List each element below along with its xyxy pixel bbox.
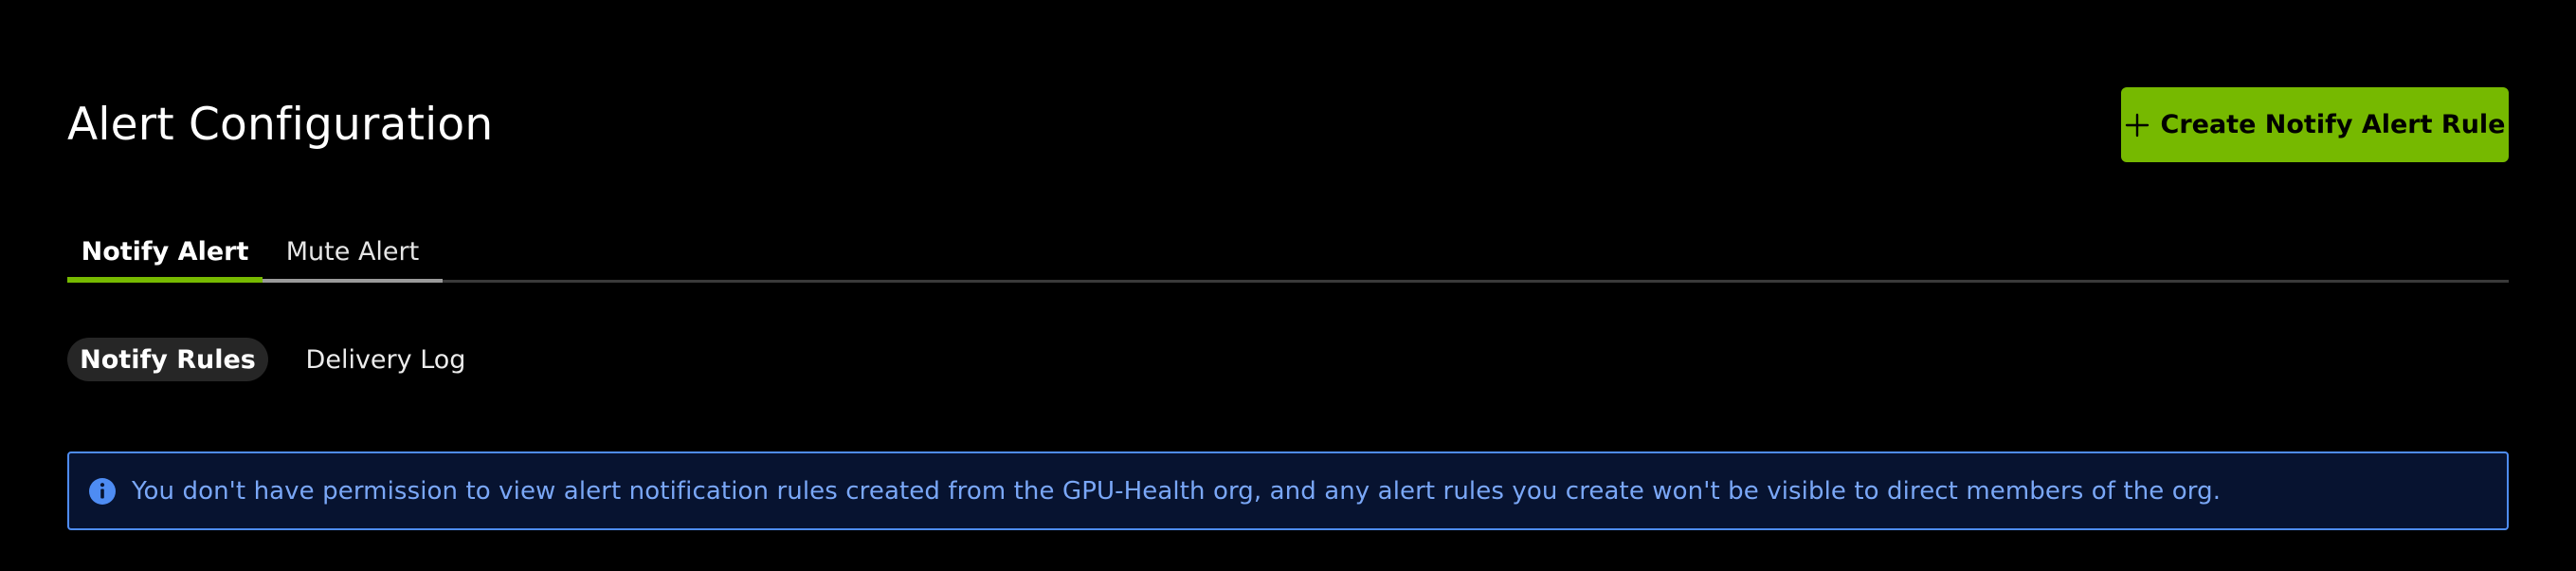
subtab-notify-rules-label: Notify Rules [80, 344, 256, 375]
tab-mute-alert-label: Mute Alert [285, 236, 420, 267]
tab-notify-alert-label: Notify Alert [81, 236, 249, 267]
create-notify-alert-rule-button[interactable]: Create Notify Alert Rule [2121, 87, 2509, 162]
page-header: Alert Configuration Create Notify Alert … [67, 87, 2509, 163]
tab-notify-alert[interactable]: Notify Alert [67, 220, 263, 283]
notify-subtabs: Notify Rules Delivery Log [67, 338, 731, 381]
create-notify-alert-rule-label: Create Notify Alert Rule [2160, 110, 2506, 139]
tab-active-indicator [67, 277, 263, 283]
subtab-delivery-log-label: Delivery Log [305, 344, 466, 375]
page-title: Alert Configuration [67, 99, 494, 151]
info-icon [89, 477, 116, 505]
alert-type-tabs: Notify Alert Mute Alert [67, 220, 2509, 283]
tab-inactive-indicator [263, 279, 443, 283]
permission-info-text: You don't have permission to view alert … [132, 476, 2222, 506]
alert-configuration-page: Alert Configuration Create Notify Alert … [67, 0, 2509, 571]
subtab-delivery-log[interactable]: Delivery Log [291, 338, 481, 381]
tab-mute-alert[interactable]: Mute Alert [263, 220, 443, 283]
subtab-notify-rules[interactable]: Notify Rules [67, 338, 268, 381]
plus-icon [2125, 113, 2149, 137]
permission-info-banner: You don't have permission to view alert … [67, 451, 2509, 530]
